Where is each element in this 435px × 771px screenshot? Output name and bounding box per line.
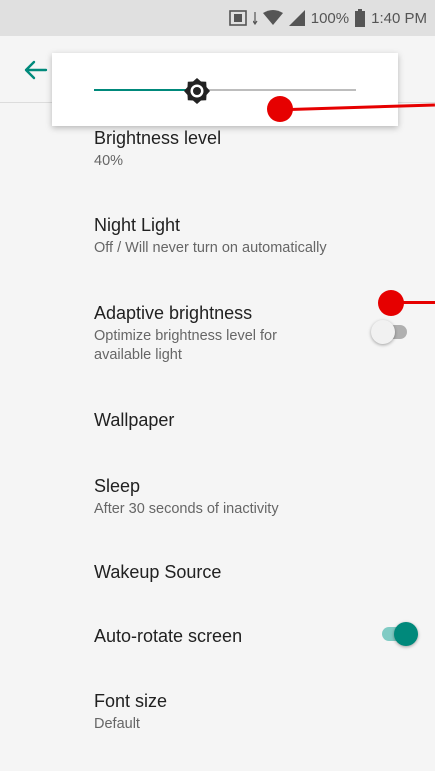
setting-title: Brightness level [94, 128, 222, 148]
display-settings-screen: 100% 1:40 PM Brightness level 40% Night … [0, 0, 435, 771]
wifi-icon [262, 10, 283, 26]
setting-brightness-level[interactable]: Brightness level 40% [94, 127, 394, 171]
setting-title: Sleep [94, 476, 141, 496]
setting-title: Night Light [94, 215, 181, 235]
brightness-icon[interactable] [183, 77, 211, 105]
setting-night-light[interactable]: Night Light Off / Will never turn on aut… [94, 214, 394, 258]
data-arrows-icon [252, 11, 261, 25]
setting-adaptive-brightness[interactable]: Adaptive brightness Optimize brightness … [94, 302, 334, 365]
setting-title: Auto-rotate screen [94, 626, 243, 646]
setting-auto-rotate-screen[interactable]: Auto-rotate screen [94, 625, 394, 647]
toggle-thumb [371, 320, 395, 344]
clock: 1:40 PM [371, 9, 427, 27]
cell-signal-icon [288, 10, 305, 26]
screenshot-icon [228, 10, 247, 26]
setting-summary: Optimize brightness level for available … [94, 328, 277, 363]
battery-icon [355, 9, 366, 27]
setting-summary: Off / Will never turn on automatically [94, 240, 327, 256]
toggle-thumb [394, 622, 418, 646]
setting-wakeup-source[interactable]: Wakeup Source [94, 561, 394, 583]
back-arrow-icon[interactable] [22, 58, 50, 82]
setting-summary: After 30 seconds of inactivity [94, 501, 279, 517]
setting-summary: 40% [94, 153, 124, 169]
setting-summary: Default [94, 716, 140, 732]
setting-sleep[interactable]: Sleep After 30 seconds of inactivity [94, 475, 394, 519]
auto-rotate-toggle[interactable] [378, 622, 418, 646]
setting-title: Font size [94, 691, 168, 711]
status-bar: 100% 1:40 PM [0, 0, 435, 36]
setting-title: Wakeup Source [94, 562, 222, 582]
annotation-line [400, 301, 435, 304]
setting-wallpaper[interactable]: Wallpaper [94, 409, 394, 431]
slider-track-empty [198, 89, 356, 91]
battery-percent: 100% [310, 9, 350, 27]
setting-title: Wallpaper [94, 410, 175, 430]
setting-font-size[interactable]: Font size Default [94, 690, 394, 734]
brightness-slider-popup [52, 53, 398, 126]
adaptive-brightness-toggle[interactable] [371, 320, 411, 344]
setting-title: Adaptive brightness [94, 303, 253, 323]
